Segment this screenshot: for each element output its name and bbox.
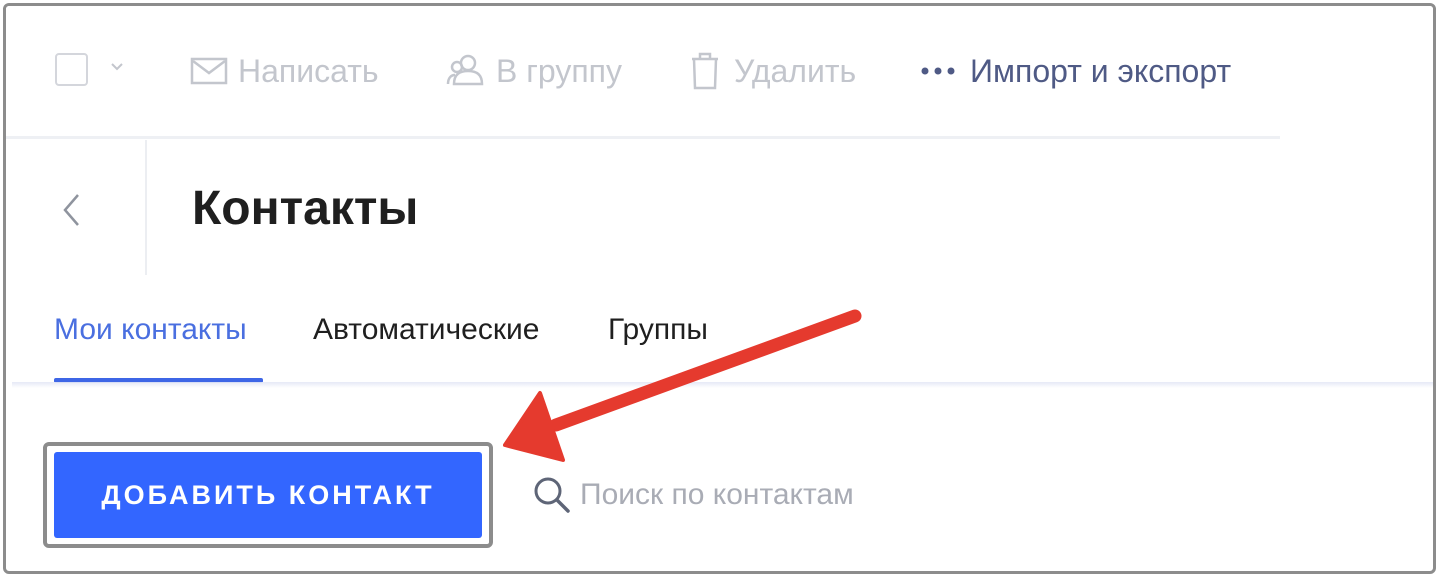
compose-label: Написать <box>238 52 379 89</box>
tab-automatic[interactable]: Автоматические <box>313 310 539 350</box>
trash-icon <box>692 52 718 90</box>
toolbar: Написать В группу Удалить Импорт и экспо… <box>6 6 1433 139</box>
chevron-left-icon[interactable] <box>60 192 82 228</box>
add-contact-button[interactable]: ДОБАВИТЬ КОНТАКТ <box>54 452 482 538</box>
import-export-button[interactable]: Импорт и экспорт <box>920 50 1231 92</box>
window-frame: Написать В группу Удалить Импорт и экспо… <box>3 3 1436 574</box>
select-all-checkbox[interactable] <box>55 53 88 86</box>
envelope-icon <box>190 57 228 85</box>
delete-label: Удалить <box>734 52 857 89</box>
chevron-down-icon[interactable] <box>110 62 124 72</box>
search-icon <box>534 477 570 513</box>
tab-groups[interactable]: Группы <box>608 310 708 350</box>
tabs-divider <box>12 382 1433 388</box>
more-dots-icon <box>921 67 955 75</box>
to-group-button[interactable]: В группу <box>446 50 622 92</box>
import-export-label: Импорт и экспорт <box>970 52 1232 89</box>
page-title: Контакты <box>192 182 419 235</box>
search-input[interactable] <box>580 475 1000 515</box>
delete-button[interactable]: Удалить <box>688 50 856 92</box>
toolbar-divider <box>6 136 1280 139</box>
tab-my-contacts[interactable]: Мои контакты <box>54 310 247 350</box>
compose-button[interactable]: Написать <box>190 50 379 92</box>
people-icon <box>446 54 484 86</box>
to-group-label: В группу <box>496 52 622 89</box>
